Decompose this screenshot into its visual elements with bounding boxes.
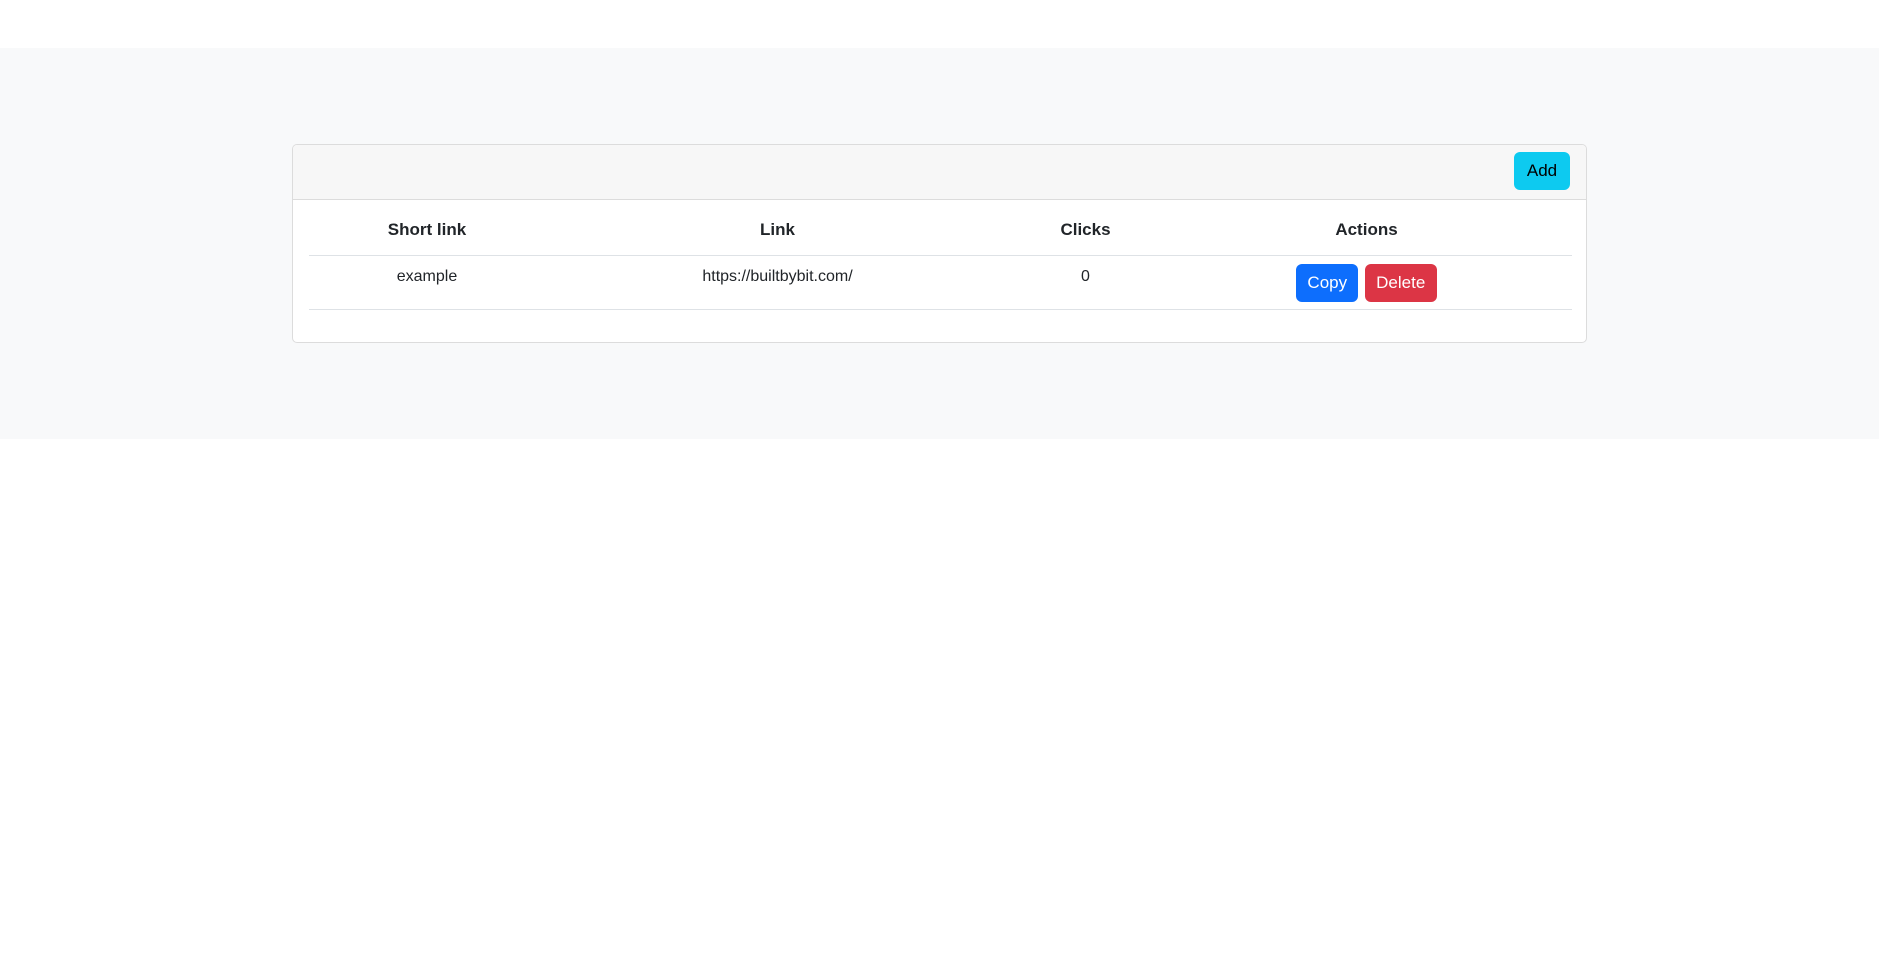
link-cell: https://builtbybit.com/ (545, 255, 1010, 310)
copy-button[interactable]: Copy (1296, 263, 1359, 302)
table-container: Short link Link Clicks Actions example h… (293, 200, 1586, 310)
short-link-cell: example (309, 255, 545, 310)
add-button[interactable]: Add (1514, 152, 1570, 190)
table-head: Short link Link Clicks Actions (309, 200, 1572, 256)
content-area: Add Short link Link Clicks Actions examp… (0, 48, 1879, 439)
delete-button[interactable]: Delete (1364, 263, 1437, 302)
card-header: Add (293, 145, 1586, 200)
column-header-actions: Actions (1161, 200, 1572, 256)
links-card: Add Short link Link Clicks Actions examp… (292, 144, 1587, 343)
table-header-row: Short link Link Clicks Actions (309, 200, 1572, 256)
actions-cell: Copy Delete (1161, 255, 1572, 310)
top-spacer (0, 0, 1879, 48)
column-header-link: Link (545, 200, 1010, 256)
clicks-cell: 0 (1010, 255, 1161, 310)
column-header-clicks: Clicks (1010, 200, 1161, 256)
table-row: example https://builtbybit.com/ 0 Copy D… (309, 255, 1572, 310)
links-table: Short link Link Clicks Actions example h… (309, 200, 1572, 310)
table-body: example https://builtbybit.com/ 0 Copy D… (309, 255, 1572, 310)
column-header-short-link: Short link (309, 200, 545, 256)
